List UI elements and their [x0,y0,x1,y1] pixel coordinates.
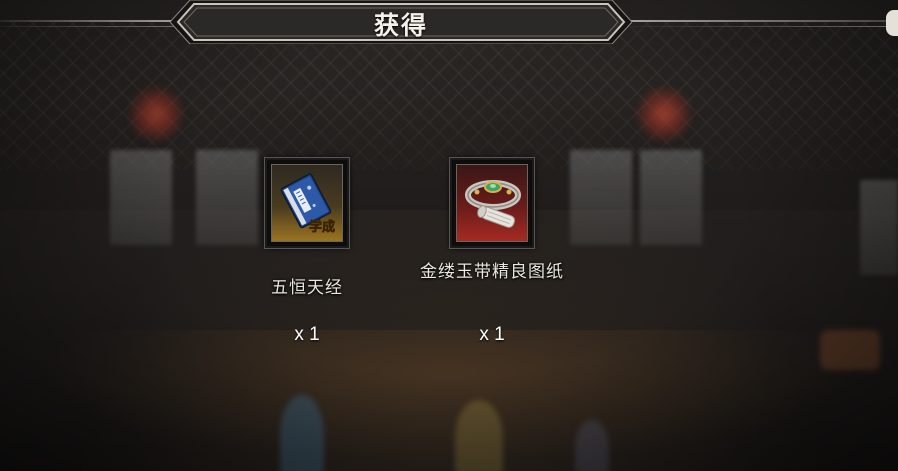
title-rule-right [628,20,890,22]
item-quantity: x 1 [479,324,505,345]
reward-item[interactable]: 金缕玉带精良图纸 x 1 [397,158,587,358]
manual-book-icon: 学成 [280,173,335,235]
title-banner: 获得 [170,0,632,44]
title-rule-left [0,26,175,27]
item-name-text: 金缕玉带精良图纸 [420,262,564,282]
item-slot[interactable]: 学成 [265,158,349,248]
dialog-title: 获得 [373,11,428,40]
jade-belt-scroll-icon [465,180,521,228]
item-name-text: 五恒天经 [271,278,343,298]
item-badge: 学成 [309,219,335,235]
item-quantity: x 1 [294,324,320,345]
title-rule-right [632,26,890,27]
item-name: 金缕玉带精良图纸 [397,262,587,282]
item-slot[interactable] [450,158,534,248]
corner-cap [886,10,898,36]
item-slot-frame: 学成 [271,164,343,242]
item-name: 五恒天经 [212,278,402,298]
item-slot-frame [456,164,528,242]
reward-item[interactable]: 学成 五恒天经 x 1 [212,158,402,358]
title-rule-left [0,20,180,22]
